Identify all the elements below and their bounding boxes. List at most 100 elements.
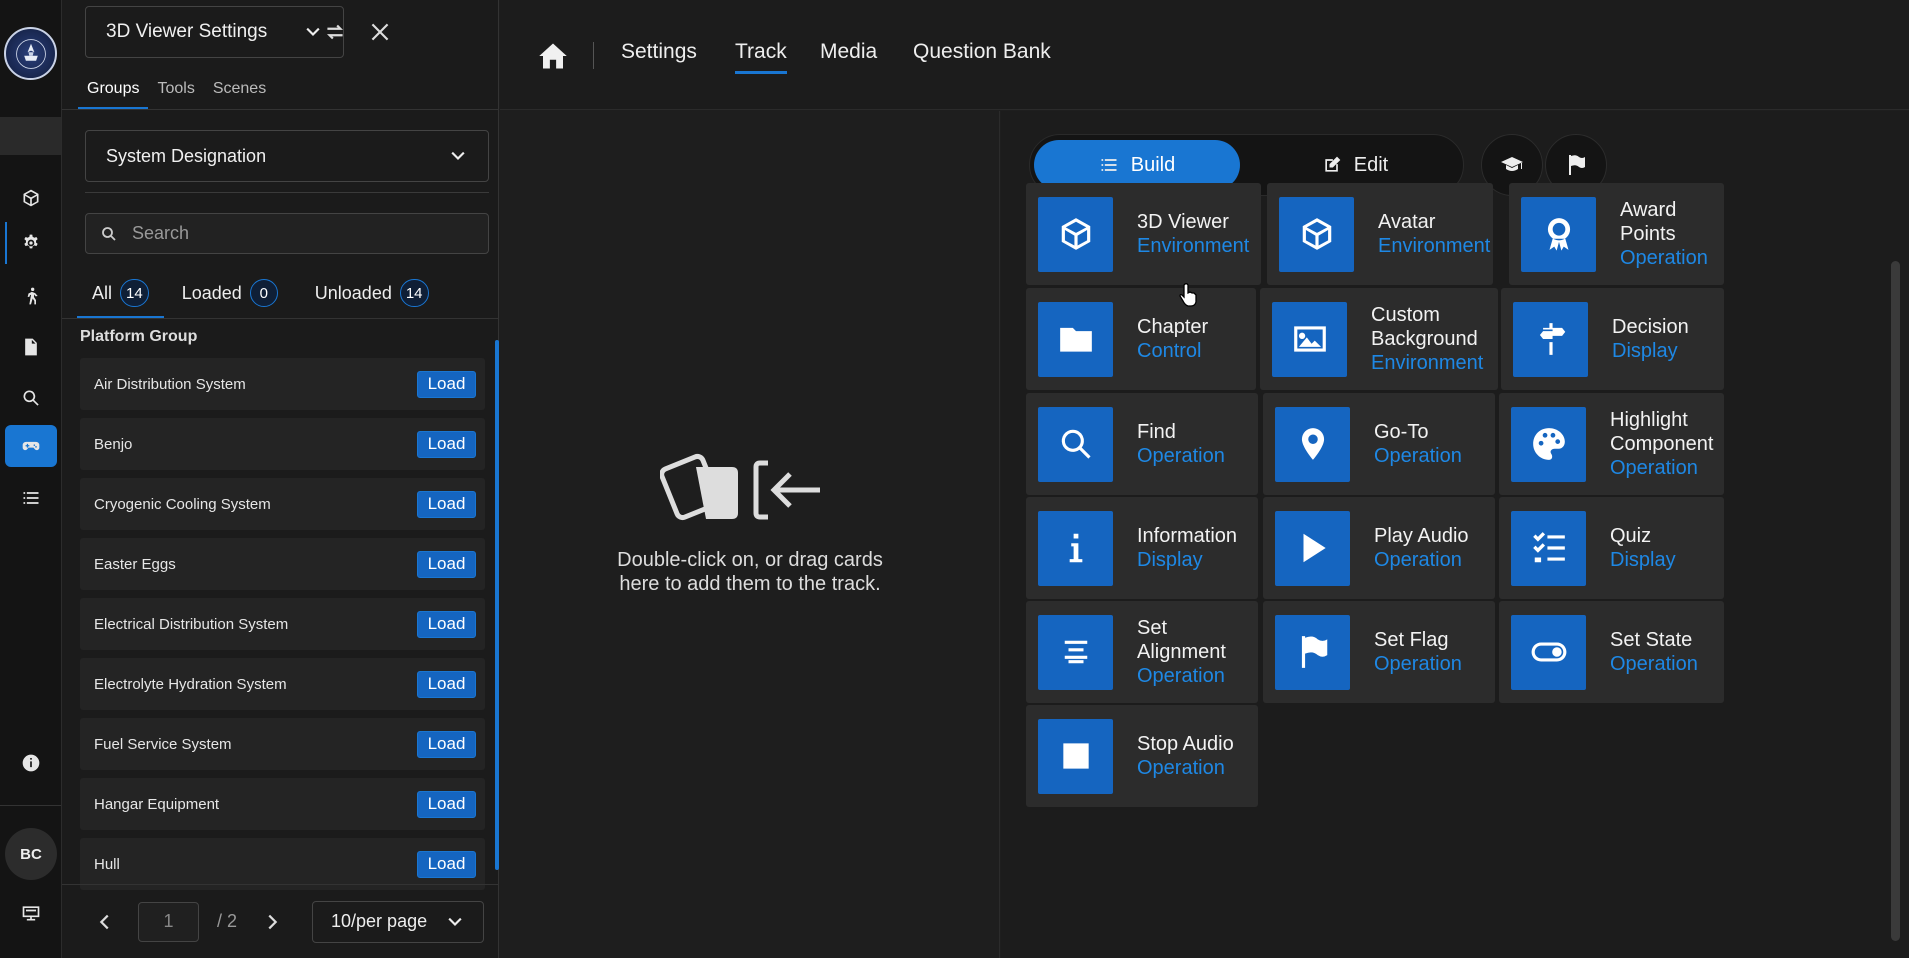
page-number-input[interactable] (138, 901, 199, 942)
rail-document-button[interactable] (5, 326, 57, 368)
nav-question-bank[interactable]: Question Bank (913, 40, 1051, 64)
load-button[interactable]: Load (417, 370, 476, 398)
card-title: Set State (1610, 629, 1693, 651)
map-pin-icon (1301, 428, 1324, 460)
viewer-settings-label: 3D Viewer Settings (106, 21, 268, 42)
mouse-pointer-icon (1179, 283, 1197, 307)
card-custom-background[interactable]: Custom Background Environment (1260, 288, 1498, 390)
palette-scrollbar[interactable] (1891, 261, 1900, 941)
chevron-right-icon[interactable] (261, 911, 283, 933)
rail-divider (0, 805, 61, 806)
card-icon-box (1038, 406, 1113, 482)
card-text: Chapter Control (1137, 315, 1208, 363)
load-button[interactable]: Load (417, 730, 476, 758)
card-play-audio[interactable]: Play Audio Operation (1263, 497, 1495, 599)
card-stop-audio[interactable]: Stop Audio Operation (1026, 705, 1258, 807)
nav-settings[interactable]: Settings (621, 40, 697, 64)
panel-tabs: Groups Tools Scenes (78, 70, 275, 110)
card-text: Highlight Component Operation (1610, 408, 1724, 480)
list-item-label: Hangar Equipment (94, 795, 220, 813)
card-icon-box (1272, 301, 1347, 377)
nav-track[interactable]: Track (735, 40, 787, 74)
card-icon-box (1038, 718, 1113, 794)
card-title: Award Points (1620, 199, 1677, 245)
load-button[interactable]: Load (417, 550, 476, 578)
rail-cube-button[interactable] (5, 177, 57, 219)
card-category: Environment (1137, 235, 1250, 257)
filter-loaded[interactable]: Loaded 0 (164, 270, 293, 316)
list-item: Easter Eggs Load (80, 538, 485, 590)
card-3d-viewer[interactable]: 3D Viewer Environment (1026, 183, 1261, 285)
close-button[interactable] (362, 14, 398, 50)
rail-settings-button[interactable] (5, 222, 57, 264)
card-icon-box (1513, 301, 1588, 377)
card-go-to[interactable]: Go-To Operation (1263, 393, 1495, 495)
card-highlight-component[interactable]: Highlight Component Operation (1499, 393, 1724, 495)
rail-monitor-button[interactable] (5, 892, 57, 934)
rail-list-button[interactable] (5, 477, 57, 519)
card-set-flag[interactable]: Set Flag Operation (1263, 601, 1495, 703)
card-information[interactable]: Information Display (1026, 497, 1258, 599)
nav-media[interactable]: Media (820, 40, 877, 64)
group-divider (85, 192, 489, 193)
load-button[interactable]: Load (417, 670, 476, 698)
card-category: Display (1610, 549, 1676, 571)
rail-search-button[interactable] (5, 377, 57, 419)
filter-all[interactable]: All 14 (77, 270, 164, 319)
tab-tools[interactable]: Tools (148, 70, 203, 110)
folder-icon (1059, 327, 1092, 352)
card-title: Decision (1612, 316, 1689, 338)
viewer-settings-select[interactable]: 3D Viewer Settings (85, 6, 344, 58)
load-button[interactable]: Load (417, 610, 476, 638)
card-avatar[interactable]: Avatar Environment (1267, 183, 1493, 285)
card-text: Quiz Display (1610, 524, 1676, 572)
user-avatar[interactable]: BC (5, 828, 57, 880)
rail-gamepad-button[interactable] (5, 425, 57, 467)
filter-unloaded[interactable]: Unloaded 14 (293, 270, 444, 316)
load-button[interactable]: Load (417, 430, 476, 458)
card-title: Quiz (1610, 525, 1652, 547)
card-decision[interactable]: Decision Display (1501, 288, 1724, 390)
card-text: 3D Viewer Environment (1137, 210, 1249, 258)
award-icon (1547, 218, 1570, 251)
track-drop-zone[interactable]: Double-click on, or drag cards here to a… (500, 111, 1000, 958)
list-item: Air Distribution System Load (80, 358, 485, 410)
card-title: Go-To (1374, 421, 1429, 443)
refresh-button[interactable] (317, 14, 353, 50)
load-button[interactable]: Load (417, 490, 476, 518)
card-set-state[interactable]: Set State Operation (1499, 601, 1724, 703)
load-button[interactable]: Load (417, 790, 476, 818)
per-page-select[interactable]: 10/per page (312, 900, 485, 943)
top-nav: Settings Track Media Question Bank (500, 0, 1909, 110)
home-button[interactable] (538, 42, 568, 70)
card-icon-box (1038, 614, 1113, 690)
card-find[interactable]: Find Operation (1026, 393, 1258, 495)
tab-scenes[interactable]: Scenes (204, 70, 275, 110)
group-list: Air Distribution System Load Benjo Load Cr… (80, 358, 485, 898)
group-type-select[interactable]: System Designation (85, 130, 489, 182)
card-title: Highlight Component (1610, 409, 1714, 455)
card-quiz[interactable]: Quiz Display (1499, 497, 1724, 599)
card-title: Set Flag (1374, 629, 1449, 651)
card-category: Control (1137, 340, 1202, 362)
list-item: Benjo Load (80, 418, 485, 470)
card-category: Environment (1371, 352, 1484, 374)
search-input[interactable] (132, 223, 472, 244)
card-title: Avatar (1378, 211, 1436, 233)
logo-seal[interactable] (4, 27, 57, 80)
list-scrollbar[interactable] (495, 340, 499, 870)
list-item: Fuel Service System Load (80, 718, 485, 770)
chevron-left-icon[interactable] (94, 911, 116, 933)
load-button[interactable]: Load (417, 850, 476, 878)
card-chapter[interactable]: Chapter Control (1026, 288, 1256, 390)
card-set-alignment[interactable]: Set Alignment Operation (1026, 601, 1258, 703)
card-text: Avatar Environment (1378, 210, 1490, 258)
card-icon-box (1038, 196, 1113, 272)
card-palette: Build Edit 3D Viewer Environment Avatar Env… (1001, 111, 1909, 958)
monitor-icon (22, 906, 40, 921)
rail-info-button[interactable] (5, 742, 57, 784)
rail-walk-button[interactable] (5, 275, 57, 317)
checklist-icon (1532, 532, 1565, 563)
card-award-points[interactable]: Award Points Operation (1509, 183, 1724, 285)
tab-groups[interactable]: Groups (78, 70, 149, 110)
